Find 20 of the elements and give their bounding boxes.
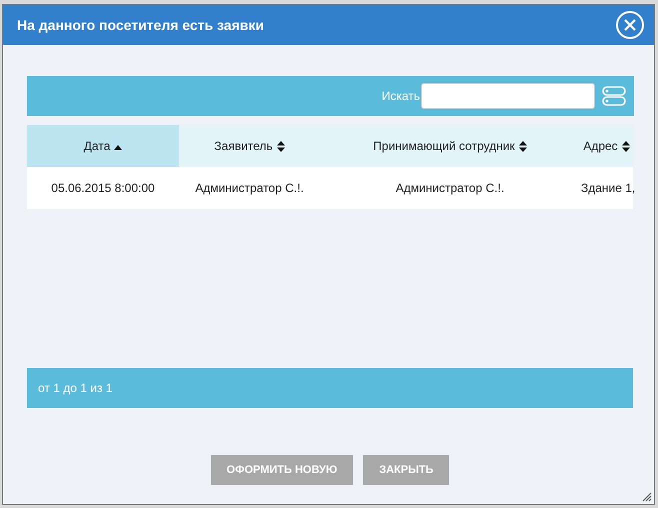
sort-icon xyxy=(518,141,527,152)
sort-ascending-icon xyxy=(114,145,122,150)
dialog-title: На данного посетителя есть заявки xyxy=(17,17,264,33)
table-cell: 05.06.2015 8:00:00 xyxy=(27,167,179,209)
resize-grip-icon[interactable] xyxy=(642,492,652,502)
table-cell: Администратор С.!. xyxy=(179,167,320,209)
table-cell: Администратор С.!. xyxy=(320,167,580,209)
column-toggle-icon[interactable] xyxy=(602,86,626,106)
column-header[interactable]: Заявитель xyxy=(179,125,320,167)
column-header[interactable]: Дата xyxy=(27,125,179,167)
close-icon xyxy=(624,19,636,31)
search-field[interactable] xyxy=(421,83,595,109)
close-button[interactable] xyxy=(616,11,644,39)
search-label: Искать xyxy=(382,89,420,103)
sort-icon xyxy=(622,141,630,152)
pagination-info: от 1 до 1 из 1 xyxy=(38,381,112,395)
sort-icon xyxy=(276,141,285,152)
column-header[interactable]: Адрес xyxy=(580,125,633,167)
table-cell: Здание 1, xyxy=(580,167,633,209)
column-header[interactable]: Принимающий сотрудник xyxy=(320,125,580,167)
